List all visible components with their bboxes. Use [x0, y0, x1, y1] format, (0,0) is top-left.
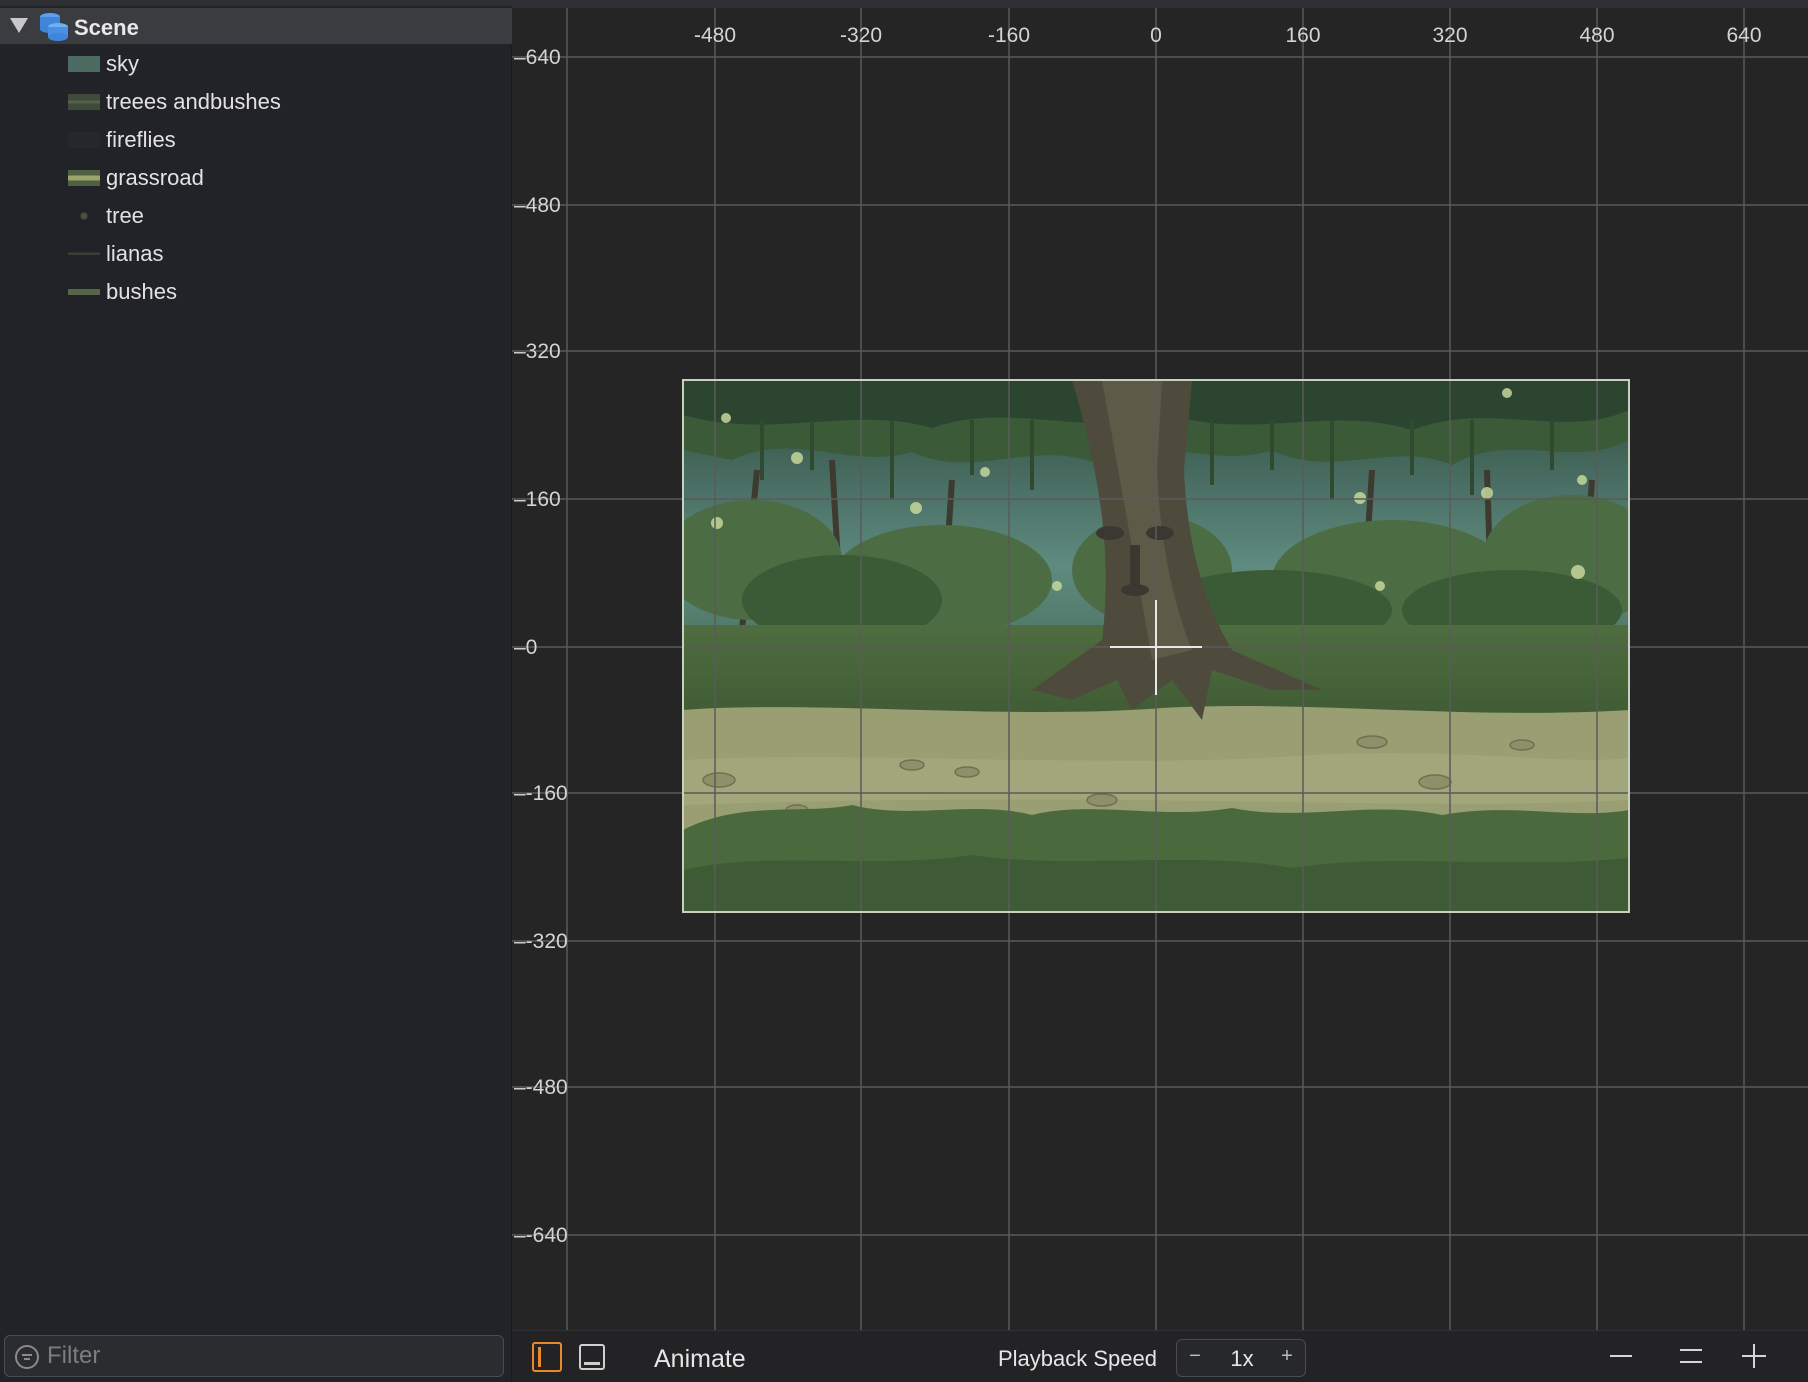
sprite-thumbnail-icon: [68, 170, 100, 186]
filter-icon: [15, 1345, 39, 1369]
y-tick-label: –320: [514, 340, 561, 363]
x-tick-label: -480: [694, 24, 736, 47]
node-row-tree[interactable]: tree: [0, 198, 512, 234]
node-row-treees-andbushes[interactable]: treees andbushes: [0, 84, 512, 120]
zoom-reset-icon[interactable]: [1680, 1349, 1702, 1363]
y-tick-label: –0: [514, 636, 537, 659]
playback-speed-stepper[interactable]: − 1x +: [1176, 1339, 1306, 1377]
filter-field[interactable]: [4, 1335, 504, 1377]
node-label: tree: [106, 203, 144, 228]
y-tick-label: –-320: [514, 930, 568, 953]
y-tick-label: –-160: [514, 782, 568, 805]
navigator-top-edge: [0, 0, 512, 6]
x-tick-label: 480: [1579, 24, 1614, 47]
sprite-thumbnail-icon: [68, 284, 100, 300]
animate-button[interactable]: Animate: [654, 1345, 746, 1374]
y-tick-label: –160: [514, 488, 561, 511]
canvas-toolbar: Animate Playback Speed − 1x +: [512, 1330, 1808, 1382]
scene-navigator: Scene sky treees andbushes fireflies gra…: [0, 0, 512, 1382]
x-tick-label: 0: [1150, 24, 1162, 47]
sprite-thumbnail-icon: [68, 208, 100, 224]
sprite-thumbnail-icon: [68, 246, 100, 262]
y-tick-label: –-480: [514, 1076, 568, 1099]
node-label: sky: [106, 51, 139, 76]
speed-decrease-button[interactable]: −: [1183, 1345, 1207, 1371]
node-row-sky[interactable]: sky: [0, 46, 512, 82]
sprite-thumbnail-icon: [68, 56, 100, 72]
node-row-fireflies[interactable]: fireflies: [0, 122, 512, 158]
x-tick-label: 640: [1726, 24, 1761, 47]
scene-label: Scene: [74, 15, 139, 40]
node-label: fireflies: [106, 127, 176, 152]
scene-root-row[interactable]: Scene: [0, 8, 512, 44]
scene-stack-icon: [40, 13, 68, 41]
disclosure-triangle-icon[interactable]: [10, 18, 28, 33]
node-label: lianas: [106, 241, 164, 266]
node-row-grassroad[interactable]: grassroad: [0, 160, 512, 196]
sprite-thumbnail-icon: [68, 94, 100, 110]
node-label: treees andbushes: [106, 89, 281, 114]
zoom-out-icon[interactable]: [1610, 1355, 1632, 1357]
speed-value: 1x: [1230, 1346, 1254, 1371]
node-row-lianas[interactable]: lianas: [0, 236, 512, 272]
node-label: grassroad: [106, 165, 204, 190]
toggle-left-panel-icon[interactable]: [532, 1342, 562, 1372]
filter-input[interactable]: [47, 1342, 487, 1370]
x-tick-label: -160: [988, 24, 1030, 47]
node-label: bushes: [106, 279, 177, 304]
node-row-bushes[interactable]: bushes: [0, 274, 512, 310]
x-tick-label: 320: [1432, 24, 1467, 47]
canvas-grid: -480 -320 -160 0 160 320 480 640 –640 –4…: [512, 0, 1808, 1330]
scene-canvas[interactable]: -480 -320 -160 0 160 320 480 640 –640 –4…: [512, 0, 1808, 1330]
speed-increase-button[interactable]: +: [1275, 1345, 1299, 1371]
y-tick-label: –-640: [514, 1224, 568, 1247]
toggle-bottom-panel-icon[interactable]: [579, 1344, 605, 1370]
playback-speed-label: Playback Speed: [998, 1346, 1157, 1371]
y-tick-label: –480: [514, 194, 561, 217]
x-tick-label: -320: [840, 24, 882, 47]
x-tick-label: 160: [1285, 24, 1320, 47]
sprite-thumbnail-icon: [68, 132, 100, 148]
zoom-in-icon[interactable]: [1742, 1344, 1766, 1368]
y-tick-label: –640: [514, 46, 561, 69]
